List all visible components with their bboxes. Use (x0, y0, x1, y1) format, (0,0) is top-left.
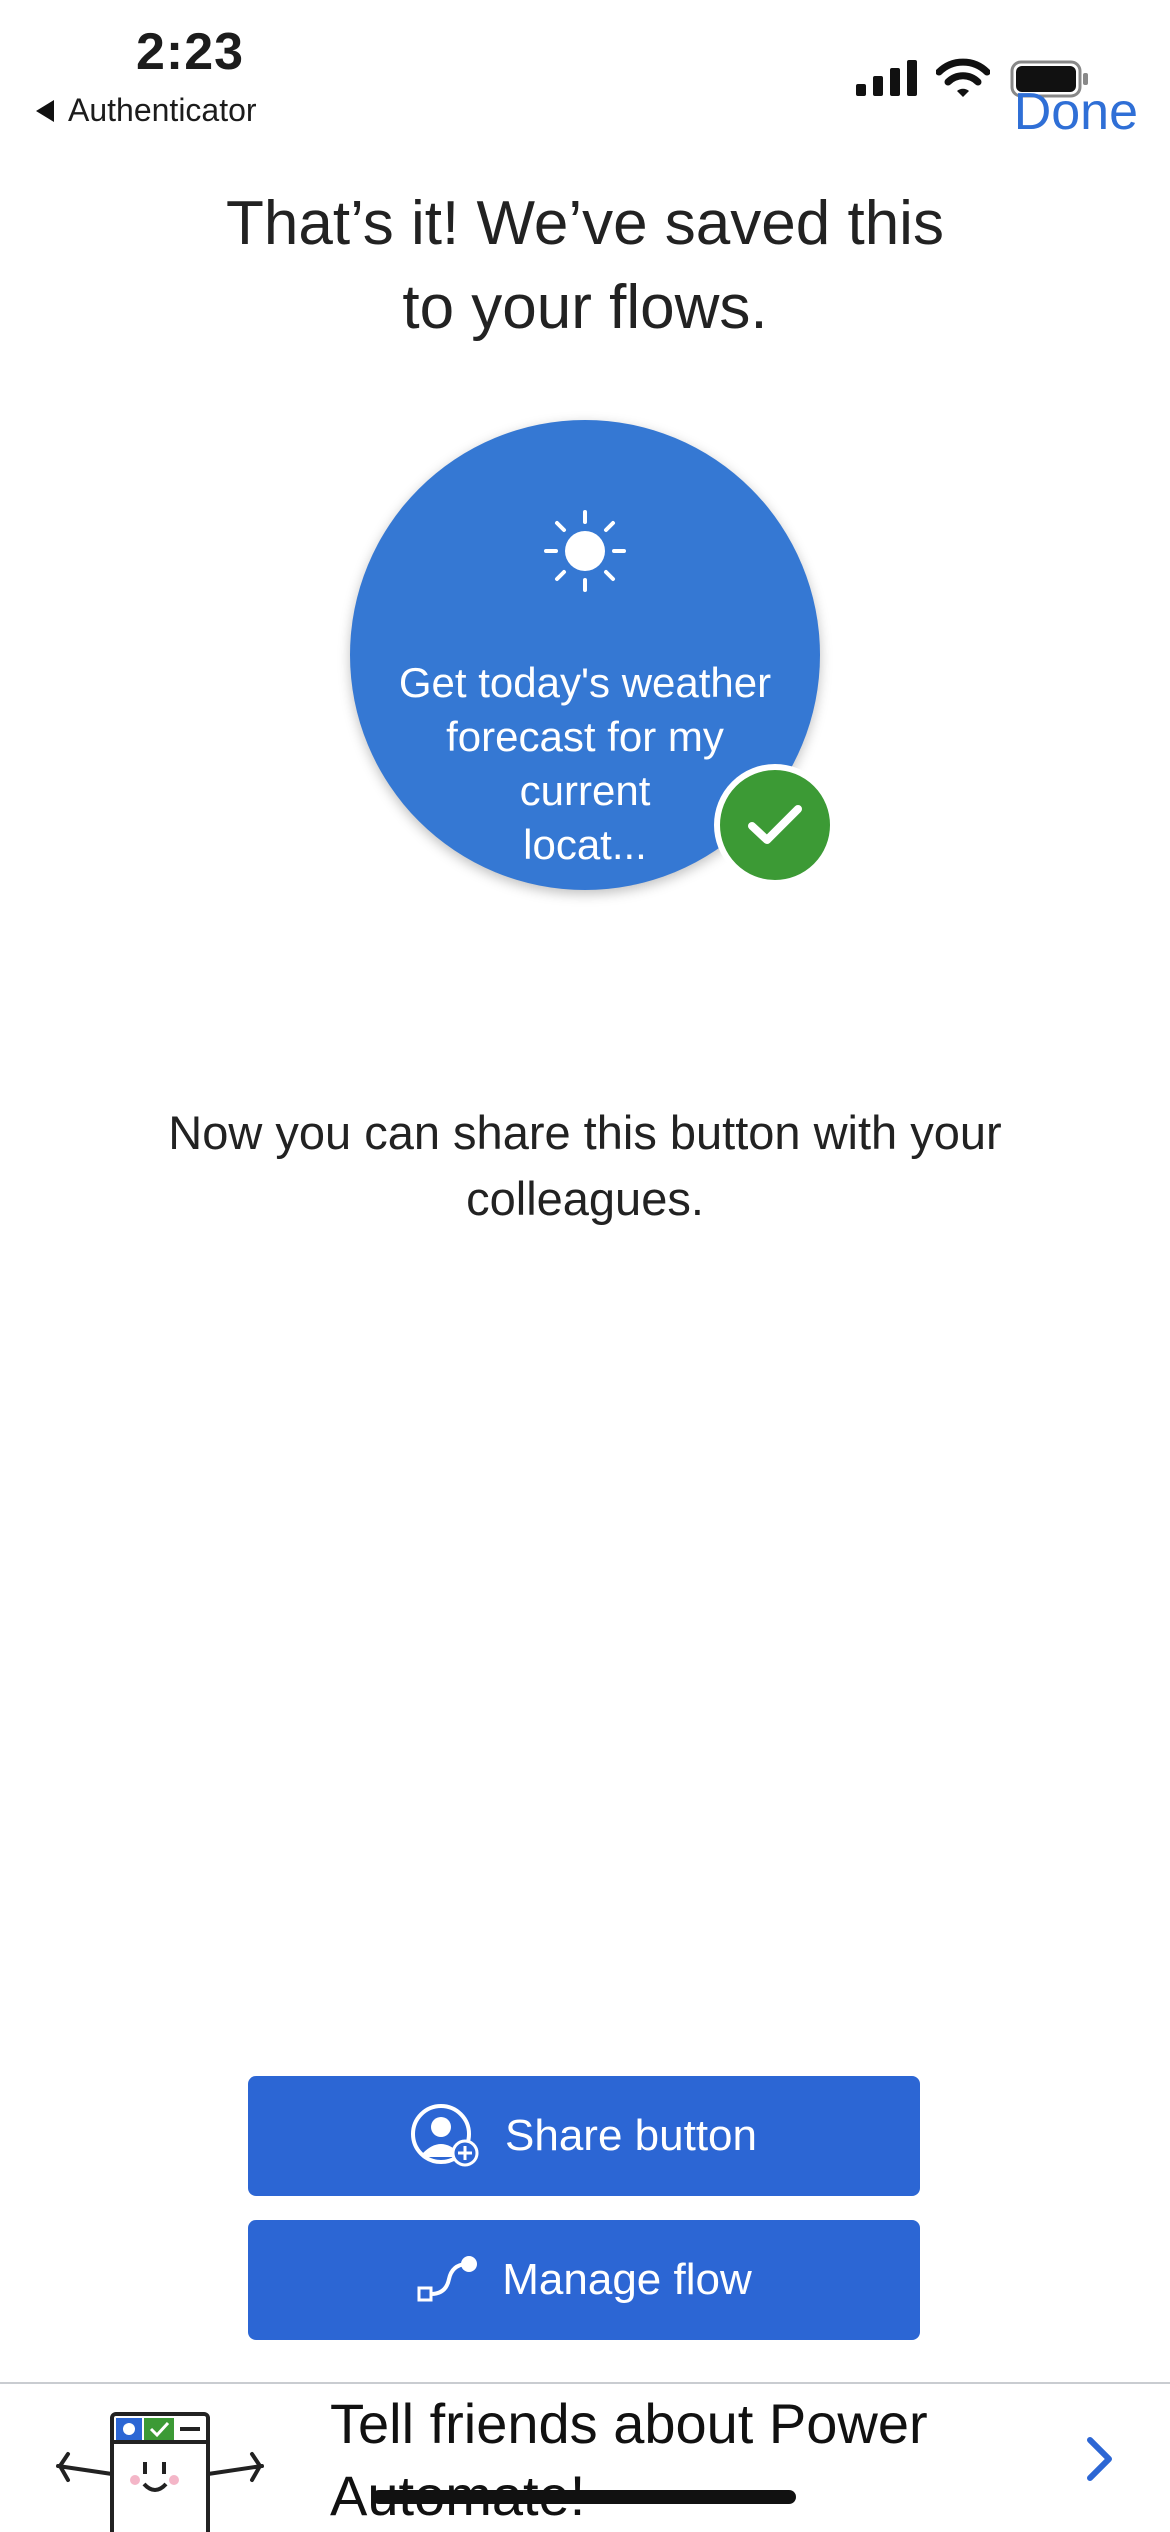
banner-link[interactable]: Tell friends about Power Automate! (330, 2388, 1010, 2532)
back-triangle-icon (36, 99, 54, 122)
back-to-app-link[interactable]: Authenticator (36, 92, 257, 129)
chevron-right-icon[interactable] (1084, 2436, 1114, 2482)
sun-icon (544, 510, 626, 592)
mascot-icon (56, 2412, 264, 2532)
flow-icon (417, 2256, 478, 2302)
manage-flow-label: Manage flow (502, 2255, 752, 2304)
cellular-signal-icon (856, 60, 917, 96)
wifi-icon (936, 58, 990, 97)
share-button-label: Share button (505, 2111, 757, 2160)
page-title: That’s it! We’ve saved this to your flow… (226, 189, 944, 342)
done-button[interactable]: Done (1014, 82, 1138, 142)
status-time: 2:23 (136, 23, 245, 81)
back-app-label: Authenticator (68, 92, 257, 128)
add-person-icon (411, 2104, 479, 2167)
home-indicator[interactable] (372, 2490, 796, 2504)
banner-divider (0, 2382, 1170, 2384)
share-button[interactable]: Share button (248, 2076, 920, 2196)
success-check-badge (714, 764, 836, 886)
share-message: Now you can share this button with your … (168, 1106, 1002, 1225)
manage-flow-button[interactable]: Manage flow (248, 2220, 920, 2340)
checkmark-icon (748, 805, 802, 844)
